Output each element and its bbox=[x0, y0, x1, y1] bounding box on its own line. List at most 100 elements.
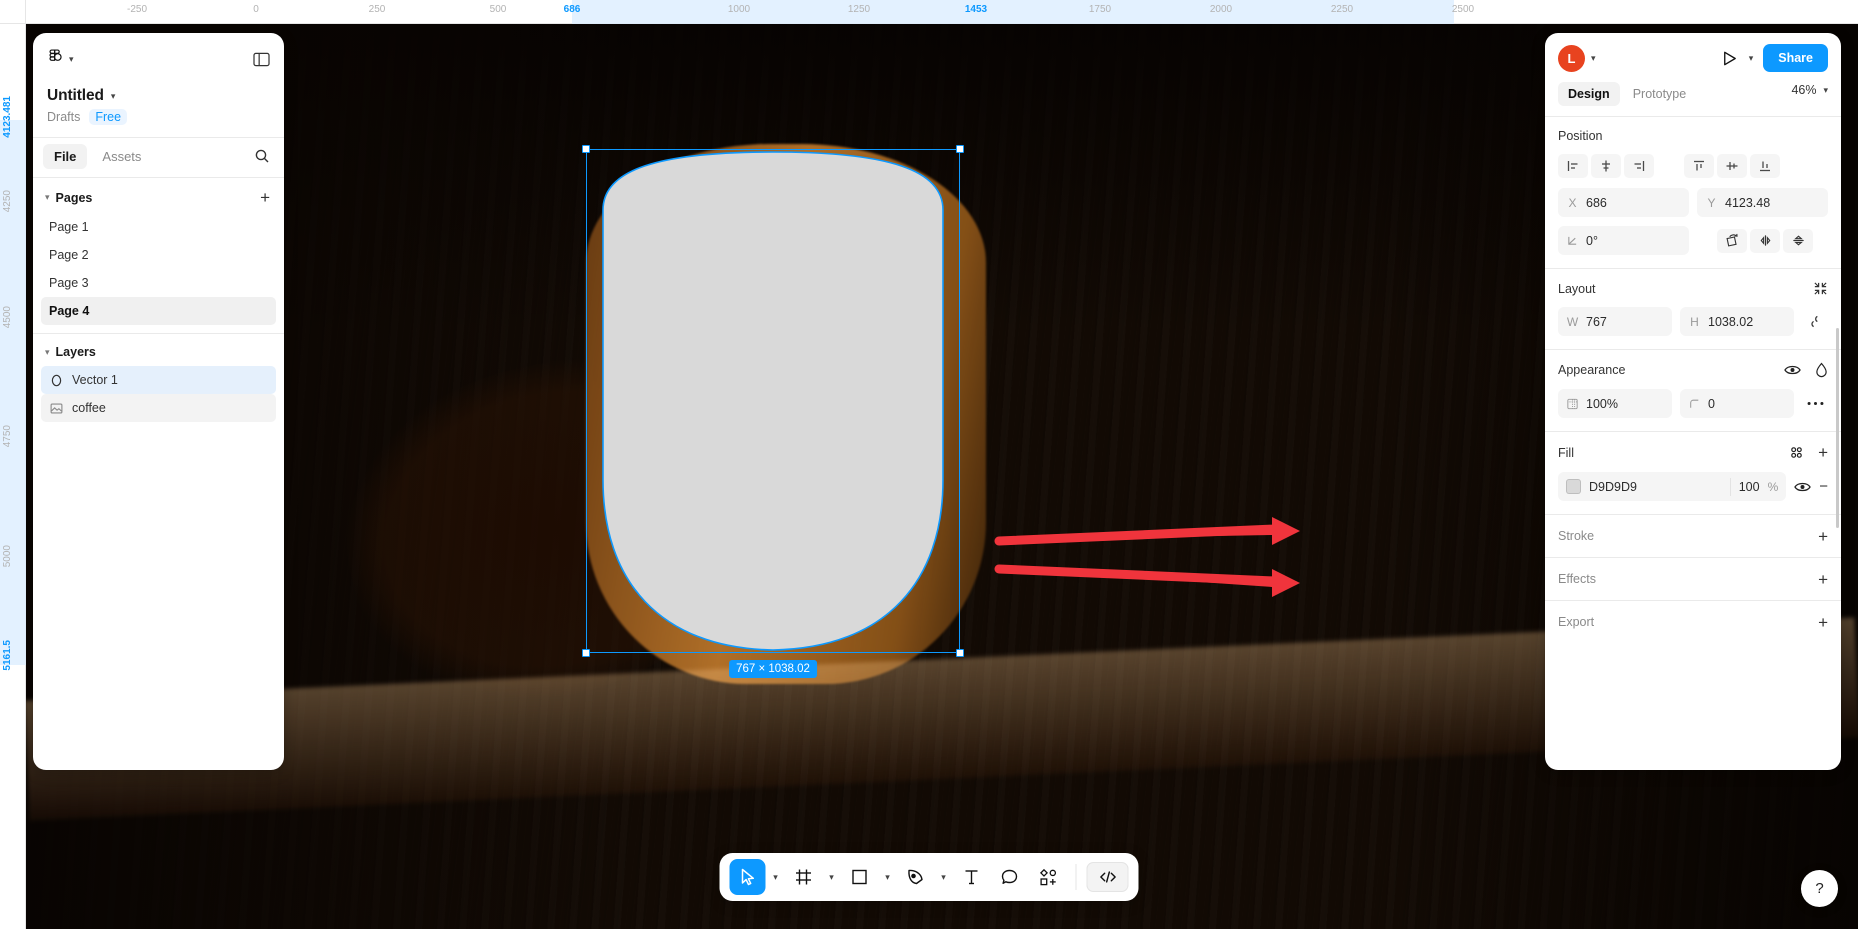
layer-label: Vector 1 bbox=[72, 373, 118, 387]
align-vertical-center-icon[interactable] bbox=[1717, 154, 1747, 178]
fill-hex-value[interactable]: D9D9D9 bbox=[1589, 480, 1722, 494]
ruler-tick-h: 1250 bbox=[847, 4, 871, 15]
x-label: X bbox=[1568, 195, 1577, 210]
align-bottom-icon[interactable] bbox=[1750, 154, 1780, 178]
align-horizontal-center-icon[interactable] bbox=[1591, 154, 1621, 178]
add-effect-button[interactable]: + bbox=[1818, 571, 1828, 588]
height-input[interactable]: H 1038.02 bbox=[1680, 307, 1794, 336]
rotate-icon[interactable] bbox=[1717, 228, 1747, 253]
user-menu[interactable]: L ▾ bbox=[1558, 44, 1596, 72]
tab-file[interactable]: File bbox=[43, 144, 88, 169]
tab-assets[interactable]: Assets bbox=[91, 144, 152, 169]
chevron-down-icon: ▾ bbox=[1823, 84, 1828, 95]
more-horizontal-icon[interactable] bbox=[1802, 401, 1828, 406]
frame-tool-chevron-down-icon[interactable]: ▾ bbox=[824, 872, 840, 883]
pen-tool-chevron-down-icon[interactable]: ▾ bbox=[936, 872, 952, 883]
opacity-value: 100% bbox=[1586, 396, 1618, 411]
zoom-control[interactable]: 46% ▾ bbox=[1791, 83, 1828, 97]
eye-icon[interactable] bbox=[1784, 363, 1801, 377]
page-item[interactable]: Page 3 bbox=[41, 269, 276, 297]
ruler-tick-h-active: 686 bbox=[563, 4, 581, 15]
ruler-tick-h: 1000 bbox=[727, 4, 751, 15]
chevron-down-icon[interactable]: ▾ bbox=[111, 91, 116, 101]
corner-radius-input[interactable]: 0 bbox=[1680, 389, 1794, 418]
add-export-button[interactable]: + bbox=[1818, 614, 1828, 631]
fill-swatch[interactable] bbox=[1566, 479, 1581, 494]
avatar[interactable]: L bbox=[1558, 44, 1585, 72]
shape-tool[interactable] bbox=[842, 859, 878, 895]
h-label: H bbox=[1690, 314, 1699, 329]
tab-prototype[interactable]: Prototype bbox=[1623, 82, 1697, 106]
add-fill-button[interactable]: + bbox=[1818, 444, 1828, 461]
chevron-down-icon[interactable]: ▾ bbox=[45, 347, 50, 358]
fill-visibility-icon[interactable] bbox=[1794, 480, 1812, 494]
collapse-arrows-icon[interactable] bbox=[1813, 281, 1828, 296]
page-item[interactable]: Page 2 bbox=[41, 241, 276, 269]
opacity-input[interactable]: 100% bbox=[1558, 389, 1672, 418]
horizontal-ruler[interactable]: -250 0 250 500 686 1000 1250 1453 1750 2… bbox=[0, 0, 1858, 24]
tab-design[interactable]: Design bbox=[1558, 82, 1620, 106]
flip-horizontal-icon[interactable] bbox=[1750, 228, 1780, 253]
dev-mode-toggle[interactable] bbox=[1086, 862, 1129, 892]
vertical-ruler[interactable]: 4123.481 4250 4500 4750 5000 5161.5 bbox=[0, 0, 26, 929]
grid-dots-icon[interactable] bbox=[1789, 445, 1804, 460]
ruler-tick-v-active: 4123.481 bbox=[2, 96, 13, 138]
ruler-tick-h: 250 bbox=[368, 4, 386, 15]
droplet-icon[interactable] bbox=[1815, 362, 1828, 378]
chevron-down-icon[interactable]: ▾ bbox=[1749, 53, 1754, 63]
frame-tool[interactable] bbox=[786, 859, 822, 895]
text-tool[interactable] bbox=[954, 859, 990, 895]
search-icon[interactable] bbox=[254, 148, 270, 169]
effects-section: Effects + bbox=[1545, 557, 1841, 600]
ruler-tick-h: 2000 bbox=[1209, 4, 1233, 15]
panel-toggle-icon[interactable] bbox=[253, 52, 270, 67]
layer-item-coffee[interactable]: coffee bbox=[41, 394, 276, 422]
file-name[interactable]: Untitled bbox=[47, 87, 104, 105]
position-title: Position bbox=[1558, 129, 1603, 143]
flip-vertical-icon[interactable] bbox=[1783, 228, 1813, 253]
chevron-down-icon[interactable]: ▾ bbox=[45, 192, 50, 203]
pages-list: Page 1 Page 2 Page 3 Page 4 bbox=[33, 213, 284, 333]
aspect-ratio-lock-icon[interactable] bbox=[1802, 314, 1828, 329]
move-tool-chevron-down-icon[interactable]: ▾ bbox=[768, 872, 784, 883]
remove-fill-button[interactable]: − bbox=[1819, 479, 1828, 494]
help-button[interactable]: ? bbox=[1801, 870, 1838, 907]
rotation-input[interactable]: 0° bbox=[1558, 226, 1689, 255]
share-button[interactable]: Share bbox=[1763, 44, 1828, 72]
actions-tool[interactable] bbox=[1030, 859, 1066, 895]
comment-tool[interactable] bbox=[992, 859, 1028, 895]
present-button[interactable] bbox=[1720, 49, 1739, 68]
file-location[interactable]: Drafts bbox=[47, 110, 80, 124]
percent-symbol: % bbox=[1767, 479, 1779, 494]
fill-section: Fill + D9D9D9 100 % − bbox=[1545, 431, 1841, 514]
right-panel-scrollbar[interactable] bbox=[1836, 328, 1839, 528]
add-page-button[interactable]: + bbox=[260, 189, 270, 206]
figma-menu-button[interactable]: ▾ bbox=[47, 46, 74, 73]
ruler-corner bbox=[0, 0, 26, 24]
figma-app-window: 767 × 1038.02 -250 0 250 500 686 1000 12… bbox=[0, 0, 1858, 929]
pen-tool[interactable] bbox=[898, 859, 934, 895]
y-position-input[interactable]: Y 4123.48 bbox=[1697, 188, 1828, 217]
right-panel-header: L ▾ ▾ Share bbox=[1545, 33, 1841, 80]
page-item-selected[interactable]: Page 4 bbox=[41, 297, 276, 325]
width-input[interactable]: W 767 bbox=[1558, 307, 1672, 336]
bottom-toolbar: ▾ ▾ ▾ ▾ bbox=[719, 853, 1139, 901]
export-section: Export + bbox=[1545, 600, 1841, 643]
shape-tool-chevron-down-icon[interactable]: ▾ bbox=[880, 872, 896, 883]
x-position-input[interactable]: X 686 bbox=[1558, 188, 1689, 217]
fill-opacity-value[interactable]: 100 bbox=[1739, 480, 1760, 494]
move-tool[interactable] bbox=[729, 859, 766, 895]
align-left-icon[interactable] bbox=[1558, 154, 1588, 178]
ruler-tick-h-active: 1453 bbox=[964, 4, 988, 15]
stroke-section: Stroke + bbox=[1545, 514, 1841, 557]
add-stroke-button[interactable]: + bbox=[1818, 528, 1828, 545]
align-right-icon[interactable] bbox=[1624, 154, 1654, 178]
page-item[interactable]: Page 1 bbox=[41, 213, 276, 241]
vector-1-shape[interactable] bbox=[587, 150, 959, 652]
align-top-icon[interactable] bbox=[1684, 154, 1714, 178]
plan-badge[interactable]: Free bbox=[89, 109, 128, 125]
chevron-down-icon[interactable]: ▾ bbox=[1591, 53, 1596, 63]
layer-item-vector-1[interactable]: Vector 1 bbox=[41, 366, 276, 394]
w-label: W bbox=[1566, 314, 1579, 329]
fill-color-row[interactable]: D9D9D9 100 % bbox=[1558, 472, 1787, 501]
